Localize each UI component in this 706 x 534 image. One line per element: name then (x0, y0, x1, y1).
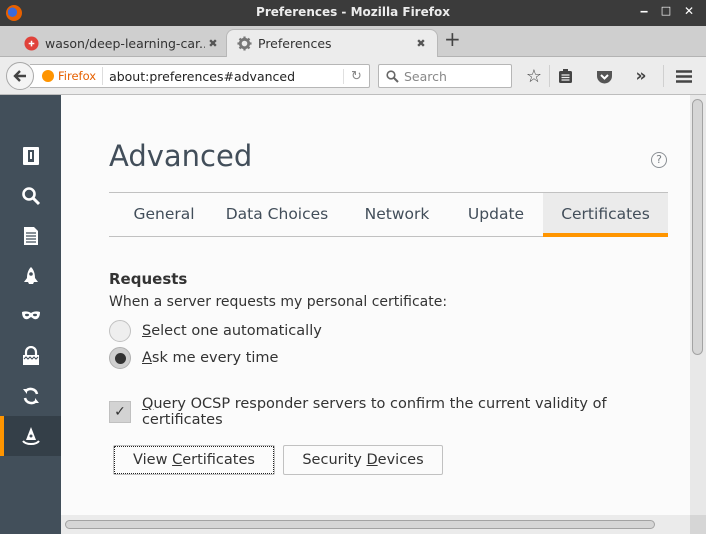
tab-network[interactable]: Network (345, 193, 449, 237)
rocket-icon (23, 267, 38, 284)
back-arrow-icon (13, 70, 26, 82)
hamburger-menu-button[interactable] (674, 66, 694, 86)
sidebar-item-advanced[interactable] (0, 416, 61, 456)
close-tab-icon[interactable]: ✖ (205, 37, 221, 50)
identity-box[interactable]: Firefox (30, 67, 104, 85)
sidebar-item-applications[interactable] (0, 256, 61, 296)
sidebar-item-content[interactable] (0, 216, 61, 256)
switch-icon (22, 147, 39, 165)
radio-label: Select one automatically (142, 323, 322, 339)
search-icon (386, 69, 399, 83)
tab-update[interactable]: Update (449, 193, 543, 237)
overflow-chevron-icon[interactable]: » (631, 66, 651, 86)
document-icon (23, 227, 38, 245)
view-certificates-button[interactable]: View Certificates (113, 445, 275, 475)
hamburger-icon (676, 69, 692, 83)
minimize-button[interactable]: ‒ (635, 4, 653, 18)
reload-icon[interactable]: ↻ (343, 68, 369, 84)
tab-label: wason/deep-learning-car... (45, 35, 205, 51)
tab-strip: wason/deep-learning-car... ✖ Preferences… (0, 26, 706, 57)
page-title: Advanced (109, 139, 253, 173)
close-tab-icon[interactable]: ✖ (413, 37, 429, 50)
requests-description: When a server requests my personal certi… (109, 294, 448, 310)
tab-data-choices[interactable]: Data Choices (219, 193, 335, 237)
security-devices-button[interactable]: Security Devices (283, 445, 443, 475)
checkmark-icon[interactable]: ✓ (109, 401, 131, 423)
sidebar-item-security[interactable] (0, 336, 61, 376)
horizontal-scroll-thumb[interactable] (65, 520, 655, 529)
search-input[interactable]: Search (404, 69, 447, 84)
sidebar-item-privacy[interactable] (0, 296, 61, 336)
sidebar-item-sync[interactable] (0, 376, 61, 416)
tab-general[interactable]: General (109, 193, 219, 237)
url-bar[interactable]: Firefox about:preferences#advanced ↻ (30, 64, 370, 88)
tab-preferences[interactable]: Preferences ✖ (226, 29, 438, 57)
radio-button[interactable] (109, 320, 131, 342)
toolbar-separator (549, 65, 550, 87)
navigation-toolbar: Firefox about:preferences#advanced ↻ Sea… (0, 57, 706, 95)
radio-select-automatically[interactable]: Select one automatically (109, 320, 322, 342)
clipboard-list-icon (558, 69, 572, 83)
pocket-icon (596, 70, 612, 83)
radio-label: Ask me every time (142, 350, 279, 366)
radio-ask-every-time[interactable]: Ask me every time (109, 347, 278, 369)
sidebar-item-search[interactable] (0, 176, 61, 216)
mask-icon (21, 311, 40, 320)
bookmarks-menu-button[interactable] (555, 66, 575, 86)
site-favicon-icon (24, 35, 39, 51)
vertical-scroll-thumb[interactable] (692, 99, 703, 355)
window-title: Preferences - Mozilla Firefox (256, 5, 450, 19)
horizontal-scrollbar[interactable] (61, 515, 690, 534)
tab-github[interactable]: wason/deep-learning-car... ✖ (14, 29, 229, 57)
sync-icon (22, 387, 39, 405)
search-box[interactable]: Search (378, 64, 512, 88)
preferences-content: Advanced ? General Data Choices Network … (0, 95, 706, 534)
advanced-tabs: General Data Choices Network Update Cert… (109, 192, 668, 237)
advanced-panel: Advanced ? General Data Choices Network … (61, 95, 690, 515)
lock-icon (22, 346, 39, 365)
identity-label: Firefox (58, 69, 97, 83)
toolbar-separator (663, 65, 664, 87)
window-titlebar: Preferences - Mozilla Firefox ‒ □ ✕ (0, 0, 706, 26)
search-icon (21, 187, 40, 206)
url-input[interactable]: about:preferences#advanced (103, 69, 343, 84)
scrollbar-corner (690, 515, 706, 534)
pocket-button[interactable] (594, 66, 614, 86)
bookmark-star-icon[interactable]: ☆ (524, 66, 544, 87)
radio-button-selected[interactable] (109, 347, 131, 369)
tab-label: Preferences (258, 36, 332, 51)
sidebar-item-general[interactable] (0, 136, 61, 176)
back-button[interactable] (6, 62, 34, 90)
ocsp-checkbox[interactable]: ✓ Query OCSP responder servers to confir… (109, 396, 690, 428)
firefox-identity-icon (42, 70, 54, 82)
ocsp-label: Query OCSP responder servers to confirm … (141, 396, 607, 428)
wizard-hat-icon (21, 427, 40, 445)
help-icon[interactable]: ? (651, 152, 667, 168)
maximize-button[interactable]: □ (657, 4, 675, 17)
requests-heading: Requests (109, 270, 188, 288)
vertical-scrollbar[interactable] (690, 95, 706, 515)
close-window-button[interactable]: ✕ (680, 4, 698, 18)
new-tab-button[interactable]: + (444, 27, 461, 51)
tab-certificates[interactable]: Certificates (543, 193, 668, 237)
preferences-sidebar (0, 95, 61, 534)
gear-icon (237, 36, 252, 51)
